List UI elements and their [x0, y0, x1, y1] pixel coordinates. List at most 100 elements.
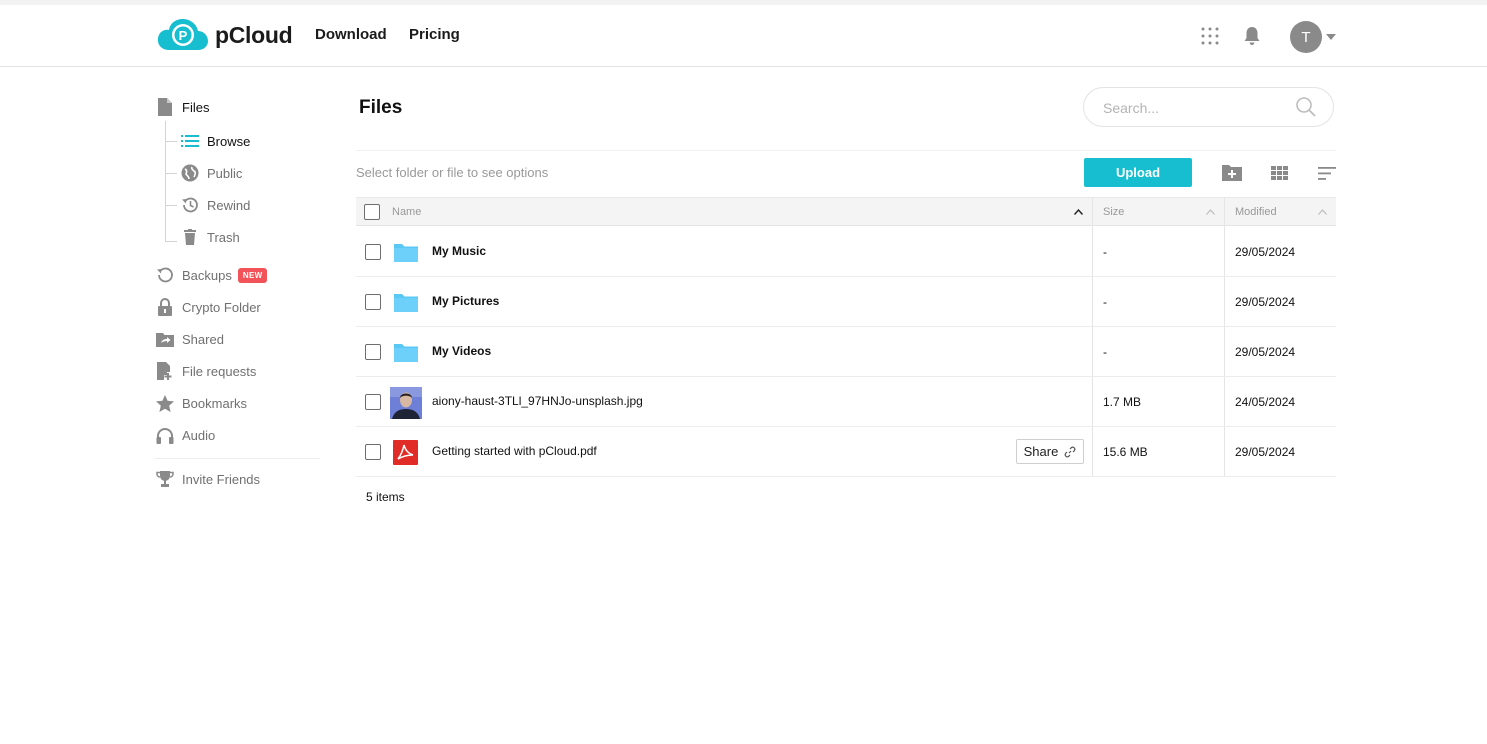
- share-label: Share: [1024, 444, 1059, 459]
- folder-icon: [390, 287, 422, 319]
- column-name[interactable]: Name: [392, 206, 421, 218]
- file-name[interactable]: My Music: [432, 244, 486, 258]
- row-checkbox[interactable]: [365, 294, 381, 310]
- tree-branch: [165, 205, 177, 206]
- sidebar-item-bookmarks[interactable]: Bookmarks: [155, 393, 247, 413]
- file-modified: 29/05/2024: [1235, 445, 1295, 459]
- file-name[interactable]: Getting started with pCloud.pdf: [432, 444, 597, 458]
- column-divider: [1224, 198, 1225, 227]
- globe-icon: [180, 163, 200, 183]
- row-checkbox[interactable]: [365, 394, 381, 410]
- sidebar-item-file-requests[interactable]: File requests: [155, 361, 256, 381]
- row-checkbox[interactable]: [365, 244, 381, 260]
- search-box[interactable]: [1083, 87, 1334, 127]
- sidebar-item-label: Crypto Folder: [182, 300, 261, 315]
- avatar[interactable]: T: [1290, 21, 1322, 53]
- folder-icon: [390, 237, 422, 269]
- sidebar-item-audio[interactable]: Audio: [155, 425, 215, 445]
- folder-icon: [390, 337, 422, 369]
- trophy-icon: [155, 469, 175, 489]
- file-size: -: [1103, 245, 1107, 259]
- search-icon[interactable]: [1296, 97, 1316, 117]
- cloud-logo-icon: P: [157, 18, 209, 52]
- new-folder-icon[interactable]: [1222, 165, 1242, 181]
- brand-name: pCloud: [215, 22, 292, 49]
- file-modified: 29/05/2024: [1235, 345, 1295, 359]
- file-size: -: [1103, 295, 1107, 309]
- chevron-up-icon[interactable]: [1318, 209, 1327, 215]
- table-header: Name Size Modified: [356, 197, 1336, 226]
- shared-folder-icon: [155, 329, 175, 349]
- table-row[interactable]: My Pictures - 29/05/2024: [356, 277, 1336, 327]
- sidebar-item-label: File requests: [182, 364, 256, 379]
- column-size[interactable]: Size: [1103, 206, 1124, 218]
- top-header: P pCloud Download Pricing T: [0, 5, 1487, 67]
- sort-icon[interactable]: [1318, 167, 1336, 180]
- sidebar-item-trash[interactable]: Trash: [180, 227, 240, 247]
- link-icon: [1064, 446, 1076, 458]
- history-icon: [180, 195, 200, 215]
- share-button[interactable]: Share: [1016, 439, 1084, 464]
- nav-download[interactable]: Download: [315, 26, 387, 43]
- file-name[interactable]: My Videos: [432, 344, 491, 358]
- table-row[interactable]: Getting started with pCloud.pdf Share 15…: [356, 427, 1336, 477]
- new-badge: NEW: [238, 268, 268, 283]
- sidebar-item-label: Public: [207, 166, 242, 181]
- sidebar-item-label: Shared: [182, 332, 224, 347]
- search-input[interactable]: [1101, 98, 1295, 118]
- file-modified: 24/05/2024: [1235, 395, 1295, 409]
- pcloud-logo[interactable]: P pCloud: [157, 18, 292, 52]
- star-icon: [155, 393, 175, 413]
- sidebar-item-rewind[interactable]: Rewind: [180, 195, 250, 215]
- sidebar-item-label: Invite Friends: [182, 472, 260, 487]
- file-modified: 29/05/2024: [1235, 245, 1295, 259]
- pdf-icon: [393, 440, 418, 465]
- image-thumbnail: [390, 387, 422, 419]
- tree-branch: [165, 141, 177, 142]
- bell-icon[interactable]: [1243, 26, 1261, 46]
- sidebar-item-label: Files: [182, 100, 209, 115]
- file-name[interactable]: aiony-haust-3TLl_97HNJo-unsplash.jpg: [432, 394, 643, 408]
- nav-pricing[interactable]: Pricing: [409, 26, 460, 43]
- sidebar-item-backups[interactable]: Backups NEW: [155, 265, 267, 285]
- sidebar-divider: [155, 458, 320, 459]
- row-checkbox[interactable]: [365, 444, 381, 460]
- column-modified[interactable]: Modified: [1235, 206, 1277, 218]
- file-size: 1.7 MB: [1103, 395, 1141, 409]
- sidebar-item-shared[interactable]: Shared: [155, 329, 224, 349]
- sidebar-item-crypto-folder[interactable]: Crypto Folder: [155, 297, 261, 317]
- grid-view-icon[interactable]: [1271, 166, 1288, 180]
- sidebar-item-label: Rewind: [207, 198, 250, 213]
- sidebar-item-label: Bookmarks: [182, 396, 247, 411]
- trash-icon: [180, 227, 200, 247]
- column-divider: [1092, 198, 1093, 227]
- upload-button[interactable]: Upload: [1084, 158, 1192, 187]
- item-count: 5 items: [366, 490, 405, 504]
- row-checkbox[interactable]: [365, 344, 381, 360]
- table-row[interactable]: My Music - 29/05/2024: [356, 227, 1336, 277]
- file-modified: 29/05/2024: [1235, 295, 1295, 309]
- sidebar-item-invite-friends[interactable]: Invite Friends: [155, 469, 260, 489]
- chevron-up-icon[interactable]: [1206, 209, 1215, 215]
- grid-dots-icon[interactable]: [1201, 27, 1219, 45]
- sidebar-item-label: Browse: [207, 134, 250, 149]
- sort-asc-icon[interactable]: [1074, 209, 1083, 215]
- list-icon: [180, 131, 200, 151]
- toolbar-divider: [356, 150, 1336, 151]
- svg-text:P: P: [179, 28, 188, 43]
- page-title: Files: [359, 97, 402, 119]
- tree-line: [165, 121, 166, 241]
- table-row[interactable]: My Videos - 29/05/2024: [356, 327, 1336, 377]
- sidebar-item-browse[interactable]: Browse: [180, 131, 250, 151]
- chevron-down-icon[interactable]: [1326, 34, 1336, 40]
- file-size: -: [1103, 345, 1107, 359]
- file-name[interactable]: My Pictures: [432, 294, 499, 308]
- table-row[interactable]: aiony-haust-3TLl_97HNJo-unsplash.jpg 1.7…: [356, 377, 1336, 427]
- tree-branch: [165, 173, 177, 174]
- sidebar-item-public[interactable]: Public: [180, 163, 242, 183]
- select-all-checkbox[interactable]: [364, 204, 380, 220]
- lock-icon: [155, 297, 175, 317]
- sidebar-item-files[interactable]: Files: [155, 97, 209, 117]
- headphones-icon: [155, 425, 175, 445]
- sidebar-item-label: Trash: [207, 230, 240, 245]
